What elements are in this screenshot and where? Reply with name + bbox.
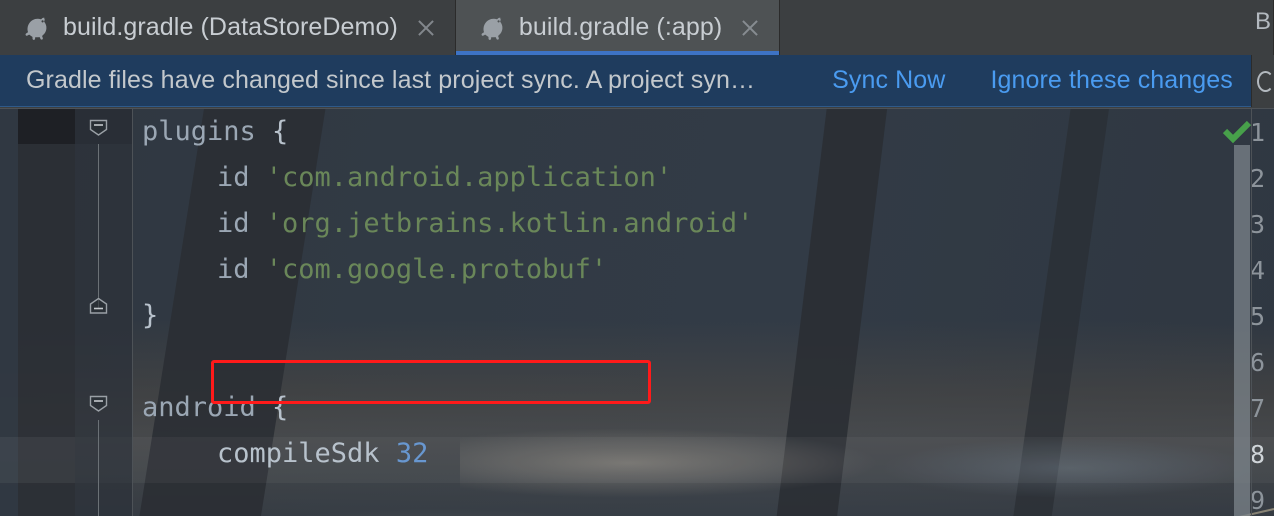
editor-tab-build-gradle-datastoredemo[interactable]: build.gradle (DataStoreDemo): [0, 0, 456, 55]
token-keyword: plugins: [142, 116, 256, 147]
gradle-elephant-icon: [25, 17, 47, 40]
token-keyword: id: [217, 208, 250, 239]
token-brace: {: [255, 116, 289, 147]
code-line-4: id 'com.google.protobuf': [217, 254, 607, 285]
code-line-2: id 'com.android.application': [217, 162, 672, 193]
token-string: 'com.android.application': [265, 162, 673, 193]
token-string: 'org.jetbrains.kotlin.android': [265, 208, 754, 239]
code-editor[interactable]: 1 2 3 4 5 6 7 8 9 plugins { id 'com.andr…: [0, 108, 1274, 516]
code-text-area[interactable]: plugins { id 'com.android.application' i…: [132, 108, 1274, 516]
editor-scrollbar-thumb[interactable]: [1234, 145, 1250, 516]
tab-bar-filler: B: [780, 0, 1274, 55]
token-string: 'com.google.protobuf': [265, 254, 608, 285]
token-keyword: id: [217, 162, 250, 193]
editor-right-border: [1251, 108, 1252, 516]
close-icon[interactable]: [737, 15, 763, 41]
gradle-settings-icon[interactable]: [1257, 70, 1274, 92]
code-line-8: compileSdk 32: [217, 438, 428, 469]
code-line-3: id 'org.jetbrains.kotlin.android': [217, 208, 753, 239]
ignore-these-changes-link[interactable]: Ignore these changes: [990, 66, 1232, 95]
sync-now-link[interactable]: Sync Now: [832, 66, 945, 95]
editor-right-strip: [1252, 108, 1274, 516]
editor-tab-label: build.gradle (:app): [518, 13, 723, 41]
gradle-sync-notification-bar: Gradle files have changed since last pro…: [0, 55, 1274, 107]
editor-top-border: [0, 108, 1274, 109]
notification-message: Gradle files have changed since last pro…: [26, 66, 756, 94]
fold-connector-line: [98, 420, 99, 516]
editor-tab-build-gradle-app[interactable]: build.gradle (:app): [455, 0, 781, 55]
fold-connector-line: [98, 144, 99, 308]
gradle-elephant-icon: [481, 17, 503, 40]
token-number: 32: [395, 438, 429, 469]
close-icon[interactable]: [413, 15, 439, 41]
editor-tab-bar: build.gradle (DataStoreDemo) build.gradl…: [0, 0, 1274, 55]
code-line-1: plugins {: [142, 116, 288, 147]
code-folding-gutter[interactable]: [75, 108, 133, 516]
code-line-7: android {: [142, 392, 288, 423]
token-keyword: android: [142, 392, 256, 423]
editor-tab-label: build.gradle (DataStoreDemo): [63, 13, 398, 41]
fold-collapse-icon-line-7[interactable]: [89, 395, 108, 412]
notification-content: Gradle files have changed since last pro…: [0, 55, 1251, 106]
green-check-icon[interactable]: [1222, 120, 1252, 144]
token-keyword: id: [217, 254, 250, 285]
token-brace: {: [255, 392, 289, 423]
tool-window-label-build-variants[interactable]: B: [1255, 8, 1273, 36]
token-string: [250, 162, 266, 193]
token-identifier: compileSdk: [217, 438, 380, 469]
fold-collapse-icon-line-1[interactable]: [89, 119, 108, 136]
fold-collapse-icon-line-5[interactable]: [89, 298, 108, 315]
token-brace: }: [142, 300, 159, 331]
code-line-5: }: [142, 300, 158, 331]
notification-bar-right-strip: [1251, 55, 1274, 107]
ide-window: build.gradle (DataStoreDemo) build.gradl…: [0, 0, 1274, 516]
